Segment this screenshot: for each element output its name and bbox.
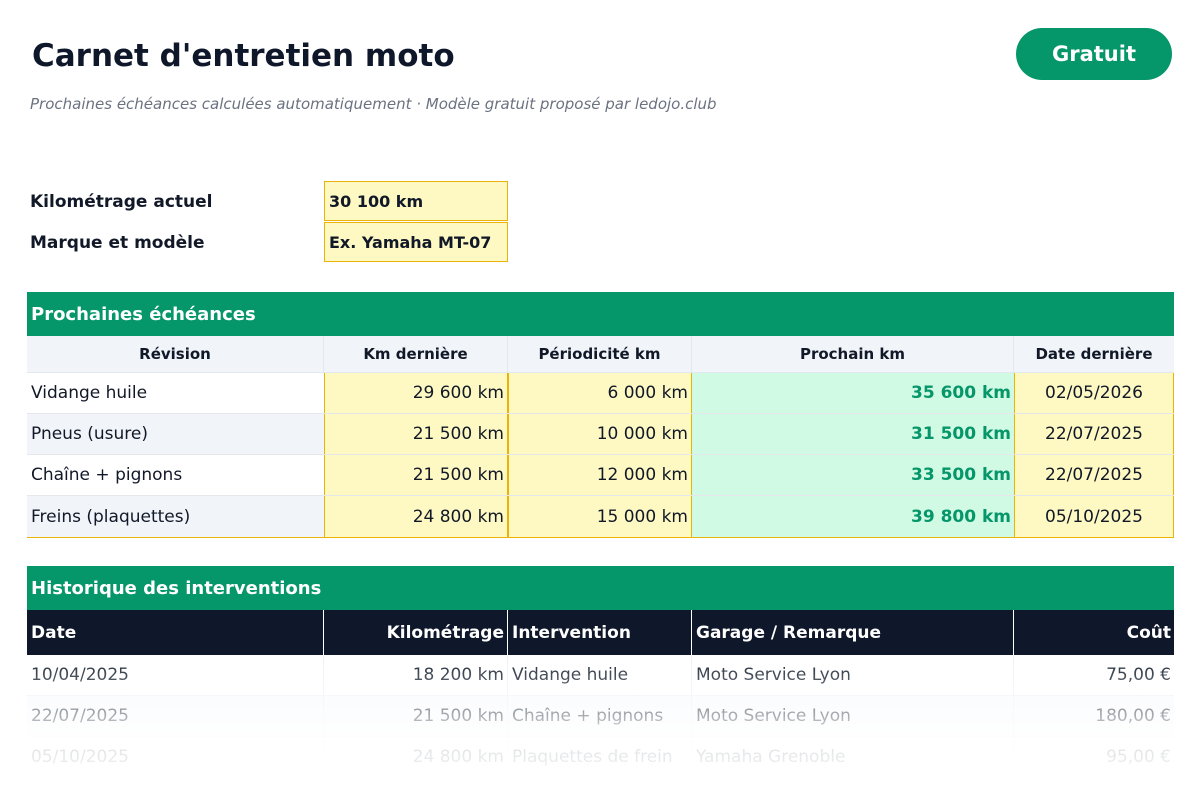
- cout-cell[interactable]: 75,00 €: [1014, 655, 1174, 695]
- date-derniere-cell[interactable]: 02/05/2026: [1014, 373, 1174, 413]
- date-cell[interactable]: 05/10/2025: [27, 737, 324, 777]
- intervention-cell[interactable]: Chaîne + pignons: [508, 696, 692, 736]
- table-row: Pneus (usure) 21 500 km 10 000 km 31 500…: [27, 414, 1174, 455]
- echeances-header-row: Révision Km dernière Périodicité km Proc…: [27, 336, 1174, 373]
- historique-section: Historique des interventions Date Kilomé…: [27, 566, 1174, 778]
- table-row: 05/10/2025 24 800 km Plaquettes de frein…: [27, 737, 1174, 778]
- table-row: 10/04/2025 18 200 km Vidange huile Moto …: [27, 655, 1174, 696]
- kilometrage-cell[interactable]: 21 500 km: [324, 696, 508, 736]
- prochain-km-cell: 31 500 km: [692, 414, 1014, 454]
- table-row: Vidange huile 29 600 km 6 000 km 35 600 …: [27, 373, 1174, 414]
- garage-cell[interactable]: Moto Service Lyon: [692, 696, 1014, 736]
- periodicite-cell[interactable]: 10 000 km: [508, 414, 692, 454]
- cout-cell[interactable]: 180,00 €: [1014, 696, 1174, 736]
- prochain-km-cell: 33 500 km: [692, 455, 1014, 495]
- date-derniere-cell[interactable]: 22/07/2025: [1014, 455, 1174, 495]
- table-row: Chaîne + pignons 21 500 km 12 000 km 33 …: [27, 455, 1174, 496]
- km-derniere-cell[interactable]: 21 500 km: [324, 414, 508, 454]
- revision-cell: Freins (plaquettes): [27, 496, 324, 537]
- current-mileage-input[interactable]: 30 100 km: [324, 181, 508, 221]
- prochain-km-cell: 35 600 km: [692, 373, 1014, 413]
- col-header-prochain-km: Prochain km: [692, 336, 1014, 372]
- page-title: Carnet d'entretien moto: [32, 38, 455, 74]
- garage-cell[interactable]: Moto Service Lyon: [692, 655, 1014, 695]
- prochain-km-cell: 39 800 km: [692, 496, 1014, 537]
- revision-cell: Vidange huile: [27, 373, 324, 413]
- brand-model-input[interactable]: Ex. Yamaha MT-07: [324, 222, 508, 262]
- intervention-cell[interactable]: Plaquettes de frein: [508, 737, 692, 777]
- historique-header-row: Date Kilométrage Intervention Garage / R…: [27, 610, 1174, 655]
- kilometrage-cell[interactable]: 18 200 km: [324, 655, 508, 695]
- col-header-date: Date: [27, 610, 324, 655]
- revision-cell: Pneus (usure): [27, 414, 324, 454]
- col-header-garage: Garage / Remarque: [692, 610, 1014, 655]
- echeances-body: Vidange huile 29 600 km 6 000 km 35 600 …: [27, 373, 1174, 538]
- col-header-km-derniere: Km dernière: [324, 336, 508, 372]
- cout-cell[interactable]: 95,00 €: [1014, 737, 1174, 777]
- date-derniere-cell[interactable]: 22/07/2025: [1014, 414, 1174, 454]
- garage-cell[interactable]: Yamaha Grenoble: [692, 737, 1014, 777]
- col-header-intervention: Intervention: [508, 610, 692, 655]
- revision-cell: Chaîne + pignons: [27, 455, 324, 495]
- gratuit-badge[interactable]: Gratuit: [1016, 28, 1172, 80]
- date-cell[interactable]: 10/04/2025: [27, 655, 324, 695]
- col-header-revision: Révision: [27, 336, 324, 372]
- col-header-periodicite: Périodicité km: [508, 336, 692, 372]
- historique-title: Historique des interventions: [27, 566, 1174, 610]
- date-cell[interactable]: 22/07/2025: [27, 696, 324, 736]
- kilometrage-cell[interactable]: 24 800 km: [324, 737, 508, 777]
- col-header-date-derniere: Date dernière: [1035, 345, 1153, 363]
- periodicite-cell[interactable]: 12 000 km: [508, 455, 692, 495]
- date-derniere-cell[interactable]: 05/10/2025: [1014, 496, 1174, 537]
- brand-model-label: Marque et modèle: [30, 233, 205, 253]
- echeances-title: Prochaines échéances: [27, 292, 1174, 336]
- km-derniere-cell[interactable]: 24 800 km: [324, 496, 508, 537]
- periodicite-cell[interactable]: 6 000 km: [508, 373, 692, 413]
- intervention-cell[interactable]: Vidange huile: [508, 655, 692, 695]
- km-derniere-cell[interactable]: 29 600 km: [324, 373, 508, 413]
- periodicite-cell[interactable]: 15 000 km: [508, 496, 692, 537]
- table-row: Freins (plaquettes) 24 800 km 15 000 km …: [27, 496, 1174, 537]
- table-row: 22/07/2025 21 500 km Chaîne + pignons Mo…: [27, 696, 1174, 737]
- page-subtitle: Prochaines échéances calculées automatiq…: [30, 95, 717, 113]
- echeances-section: Prochaines échéances Révision Km dernièr…: [27, 292, 1174, 538]
- current-mileage-label: Kilométrage actuel: [30, 192, 213, 212]
- km-derniere-cell[interactable]: 21 500 km: [324, 455, 508, 495]
- col-header-cout: Coût: [1126, 622, 1171, 643]
- col-header-kilometrage: Kilométrage: [324, 610, 508, 655]
